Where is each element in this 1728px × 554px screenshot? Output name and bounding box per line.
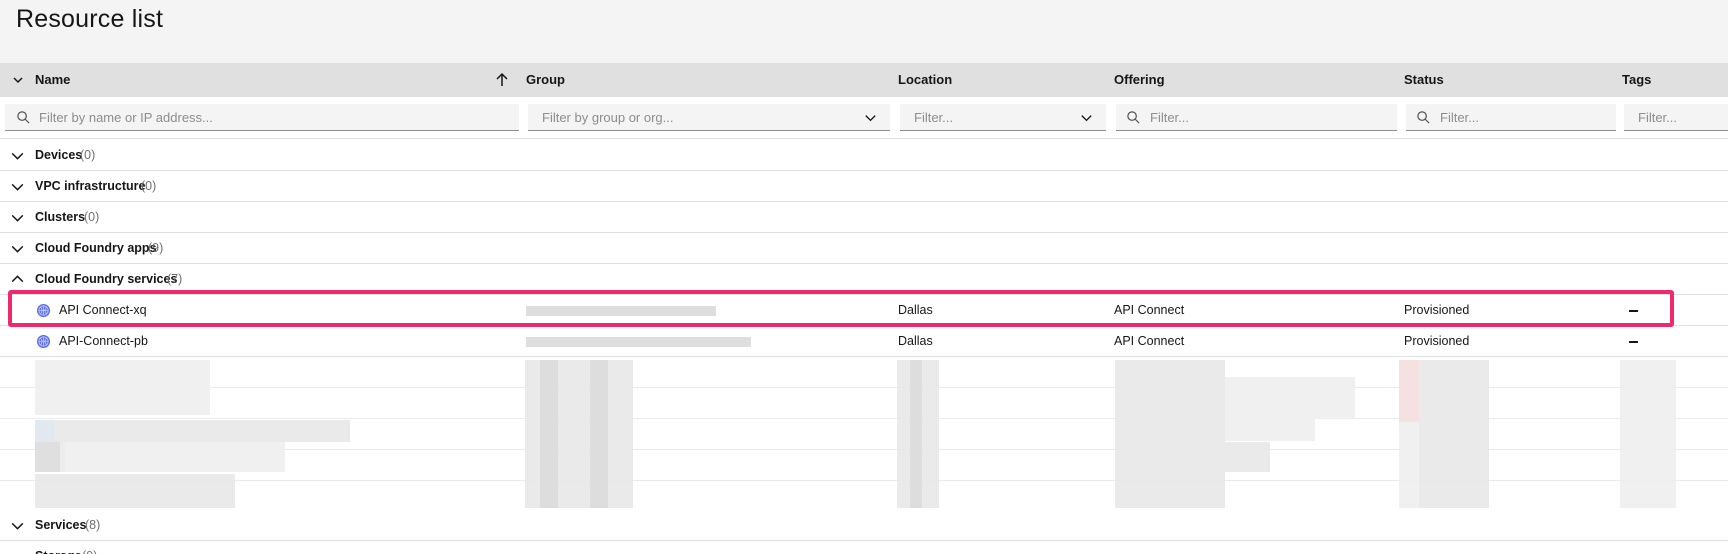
group-count: (9) [148, 241, 164, 255]
offering-filter-placeholder: Filter... [1150, 110, 1190, 125]
group-count: (0) [80, 148, 96, 162]
group-vpc-infrastructure[interactable]: VPC infrastructure (0) [0, 171, 1728, 202]
group-label: VPC infrastructure [35, 179, 146, 193]
chevron-down-icon[interactable] [9, 178, 26, 195]
chevron-down-icon [1081, 115, 1092, 122]
status-filter-placeholder: Filter... [1440, 110, 1480, 125]
globe-icon [36, 303, 51, 318]
offering-cell: API Connect [1114, 334, 1185, 348]
group-storage[interactable]: Storage (0) [0, 541, 1728, 554]
chevron-down-icon[interactable] [9, 240, 26, 257]
resource-name-link[interactable]: API-Connect-pb [59, 326, 148, 357]
location-filter-dropdown[interactable]: Filter... [900, 104, 1106, 131]
group-label: Devices [35, 148, 83, 162]
status-filter-input[interactable]: Filter... [1406, 104, 1616, 131]
redacted-group [526, 337, 751, 347]
column-offering[interactable]: Offering [1114, 63, 1165, 97]
tags-filter-input[interactable]: Filter... [1624, 104, 1728, 131]
group-label: Storage [35, 541, 82, 554]
redacted-rows-region [0, 357, 1728, 510]
group-clusters[interactable]: Clusters (0) [0, 202, 1728, 233]
search-icon [17, 111, 30, 124]
sort-ascending-arrow-icon[interactable] [495, 72, 509, 88]
group-services[interactable]: Services (8) [0, 510, 1728, 541]
column-header-row: Name Group Location Offering Status Tags [0, 63, 1728, 97]
location-cell: Dallas [898, 303, 933, 317]
status-cell: Provisioned [1404, 303, 1470, 317]
column-group[interactable]: Group [526, 63, 565, 97]
chevron-down-icon[interactable] [9, 147, 26, 164]
search-icon [1127, 111, 1140, 124]
globe-icon [36, 334, 51, 349]
tags-empty-dash [1629, 341, 1638, 343]
location-filter-placeholder: Filter... [914, 110, 954, 125]
chevron-up-icon[interactable] [9, 271, 26, 288]
group-count: (0) [141, 179, 157, 193]
expand-all-chevron-icon[interactable] [9, 71, 27, 89]
column-status[interactable]: Status [1404, 63, 1444, 97]
column-tags[interactable]: Tags [1622, 63, 1651, 97]
offering-cell: API Connect [1114, 303, 1185, 317]
group-cloud-foundry-apps[interactable]: Cloud Foundry apps (9) [0, 233, 1728, 264]
location-cell: Dallas [898, 334, 933, 348]
group-label: Cloud Foundry apps [35, 241, 157, 255]
group-count: (7) [167, 272, 183, 286]
group-devices[interactable]: Devices (0) [0, 140, 1728, 171]
table-row-api-connect-xq[interactable]: API Connect-xq Dallas API Connect Provis… [0, 295, 1728, 326]
group-label: Clusters [35, 210, 86, 224]
tags-filter-placeholder: Filter... [1638, 110, 1678, 125]
group-count: (0) [82, 541, 97, 554]
group-filter-placeholder: Filter by group or org... [542, 110, 674, 125]
chevron-down-icon[interactable] [9, 548, 26, 554]
name-filter-input[interactable]: Filter by name or IP address... [5, 104, 519, 131]
filter-row: Filter by name or IP address... Filter b… [0, 97, 1728, 139]
page-title: Resource list [16, 5, 164, 33]
chevron-down-icon[interactable] [9, 517, 26, 534]
column-location[interactable]: Location [898, 63, 952, 97]
group-count: (0) [84, 210, 100, 224]
group-count: (8) [85, 518, 101, 532]
group-label: Services [35, 518, 87, 532]
name-filter-placeholder: Filter by name or IP address... [39, 110, 213, 125]
tags-empty-dash [1629, 310, 1638, 312]
redacted-group [526, 306, 716, 316]
search-icon [1417, 111, 1430, 124]
column-name[interactable]: Name [35, 63, 70, 97]
group-cloud-foundry-services[interactable]: Cloud Foundry services (7) [0, 264, 1728, 295]
status-cell: Provisioned [1404, 334, 1470, 348]
group-filter-dropdown[interactable]: Filter by group or org... [528, 104, 890, 131]
table-row-api-connect-pb[interactable]: API-Connect-pb Dallas API Connect Provis… [0, 326, 1728, 357]
offering-filter-input[interactable]: Filter... [1116, 104, 1397, 131]
resource-name-link[interactable]: API Connect-xq [59, 295, 147, 326]
chevron-down-icon[interactable] [9, 209, 26, 226]
chevron-down-icon [865, 115, 876, 122]
group-label: Cloud Foundry services [35, 272, 178, 286]
page-header: Resource list [0, 0, 1728, 63]
